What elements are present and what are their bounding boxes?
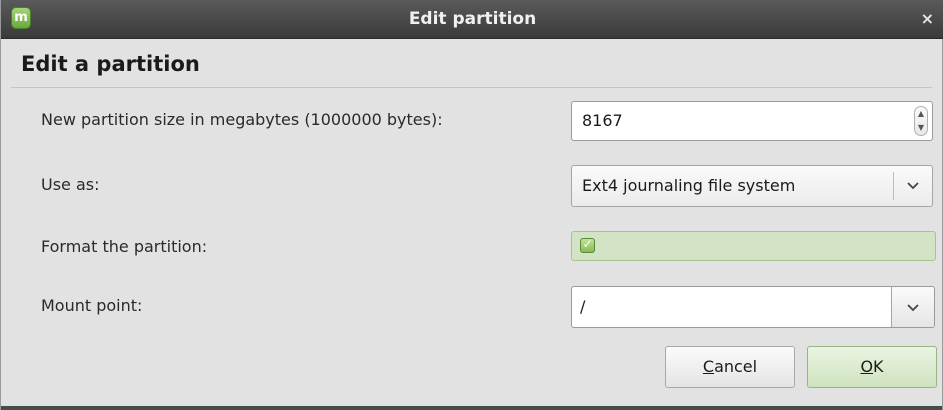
edit-partition-dialog: Edit partition × Edit a partition New pa… [0, 0, 943, 410]
cancel-button[interactable]: Cancel [665, 346, 795, 388]
spin-up-icon[interactable]: ▲ [915, 107, 927, 121]
check-icon: ✓ [582, 237, 593, 251]
use-as-label: Use as: [41, 175, 100, 194]
dropdown-divider [893, 172, 894, 200]
format-checkbox-row[interactable]: ✓ [571, 231, 936, 261]
spin-buttons: ▲ ▼ [914, 106, 928, 136]
cancel-label: ancel [714, 357, 758, 376]
format-label: Format the partition: [41, 237, 208, 256]
chevron-down-icon [907, 304, 919, 312]
window-bottom-border [1, 406, 942, 410]
mount-point-label: Mount point: [41, 296, 143, 315]
cancel-mnemonic: C [702, 357, 715, 376]
window-title: Edit partition [408, 9, 537, 29]
mount-point-combo[interactable]: / [571, 286, 935, 328]
heading-divider [11, 87, 932, 88]
ok-button[interactable]: OK [807, 346, 937, 388]
use-as-dropdown[interactable]: Ext4 journaling file system [571, 165, 933, 207]
size-label: New partition size in megabytes (1000000… [41, 110, 443, 129]
mount-point-input[interactable]: / [580, 287, 585, 327]
dialog-heading: Edit a partition [21, 52, 200, 76]
mount-dropdown-button[interactable] [891, 287, 934, 327]
close-icon[interactable]: × [921, 0, 934, 38]
title-bar: Edit partition × [1, 0, 943, 39]
format-checkbox[interactable]: ✓ [580, 237, 595, 253]
spin-down-icon[interactable]: ▼ [915, 121, 927, 135]
ok-mnemonic: O [860, 357, 874, 376]
ok-label: K [873, 357, 884, 376]
use-as-value: Ext4 journaling file system [582, 176, 796, 195]
size-value[interactable]: 8167 [582, 102, 623, 140]
size-spinbox[interactable]: 8167 ▲ ▼ [571, 101, 933, 141]
chevron-down-icon[interactable] [906, 166, 920, 206]
